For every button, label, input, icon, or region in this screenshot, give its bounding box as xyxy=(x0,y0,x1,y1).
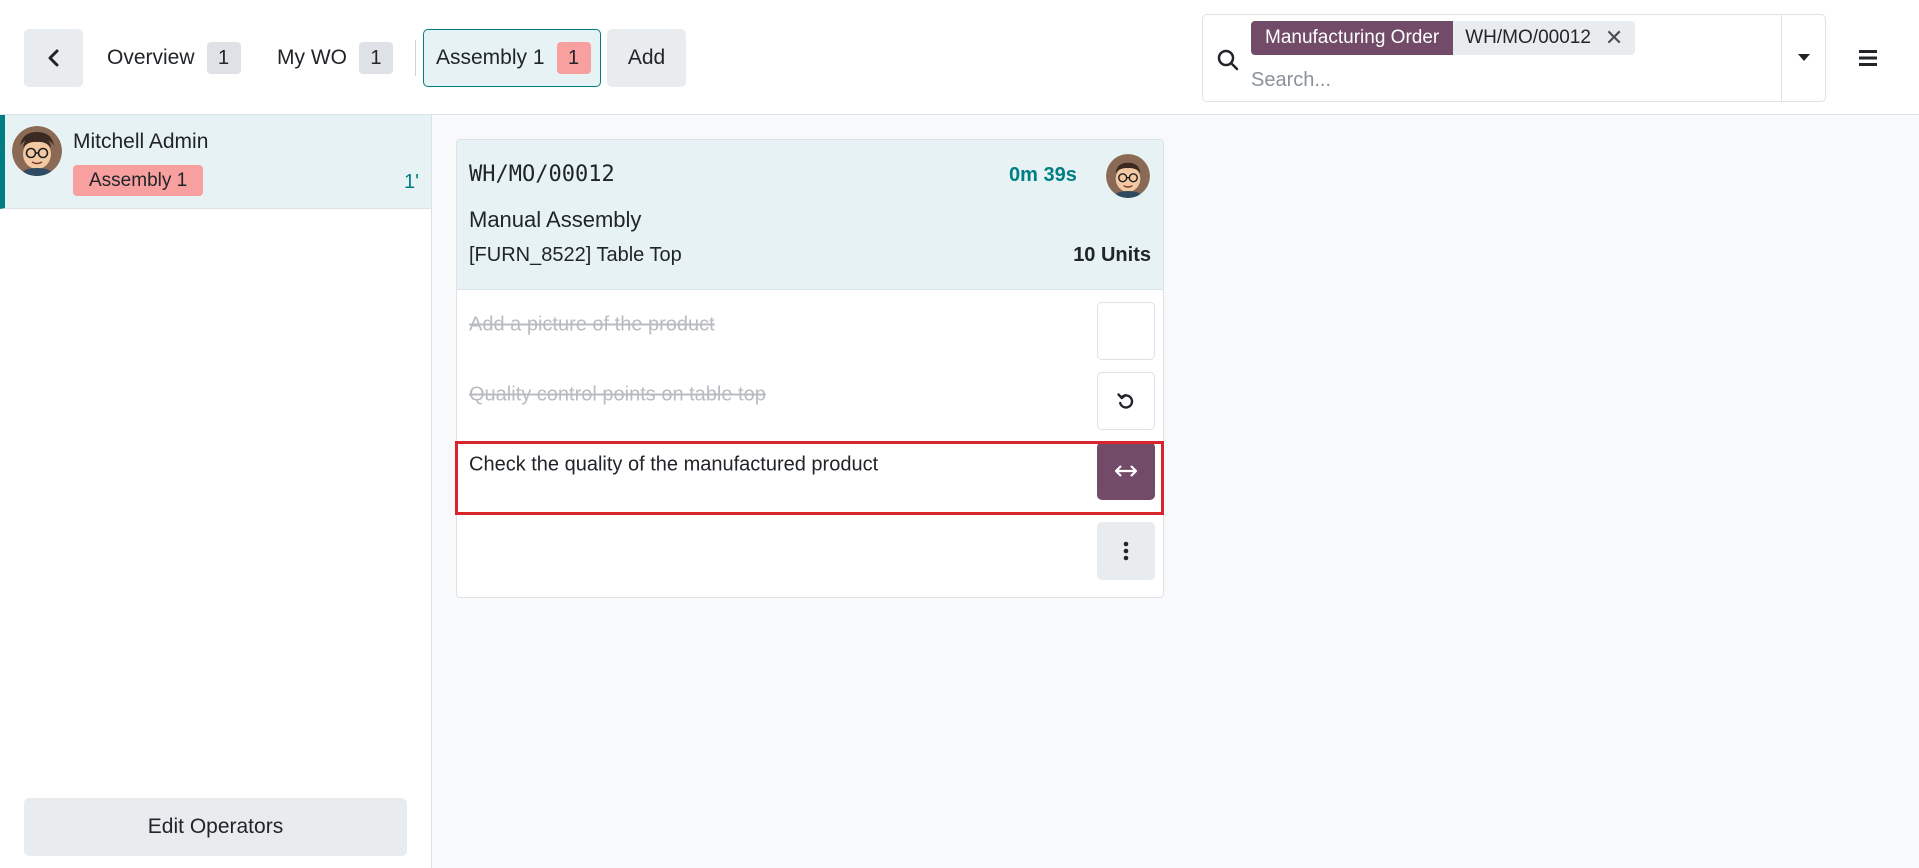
avatar xyxy=(1106,154,1150,198)
search-input[interactable] xyxy=(1251,65,1731,95)
close-icon[interactable]: ✕ xyxy=(1605,25,1623,51)
undo-step-button[interactable] xyxy=(1097,372,1155,430)
search-options-toggle[interactable] xyxy=(1781,15,1825,101)
step-row[interactable]: Quality control points on table top xyxy=(457,360,1163,430)
step-row[interactable]: Check the quality of the manufactured pr… xyxy=(457,430,1163,500)
open-step-button[interactable] xyxy=(1097,442,1155,500)
arrows-h-icon xyxy=(1114,465,1138,477)
add-workcenter-button[interactable]: Add xyxy=(607,29,686,87)
tab-assembly-1-count: 1 xyxy=(556,42,591,74)
workorder-operation: Manual Assembly xyxy=(469,207,642,232)
facet-label: Manufacturing Order xyxy=(1251,21,1454,55)
tab-my-wo-label: My WO xyxy=(277,46,347,69)
step-row[interactable]: Add a picture of the product xyxy=(457,290,1163,360)
facet-value: WH/MO/00012 xyxy=(1465,27,1591,48)
search-bar: Manufacturing Order WH/MO/00012 ✕ xyxy=(1202,14,1826,102)
ellipsis-vertical-icon xyxy=(1123,541,1129,561)
tab-overview[interactable]: Overview 1 xyxy=(107,29,241,87)
workorder-timer: 0m 39s xyxy=(1009,164,1077,186)
tab-overview-count: 1 xyxy=(206,42,241,74)
workorder-quantity: 10 Units xyxy=(1073,244,1151,266)
tab-my-wo[interactable]: My WO 1 xyxy=(277,29,393,87)
employee-time: 1' xyxy=(404,171,419,193)
bars-icon xyxy=(1859,50,1877,66)
back-button[interactable] xyxy=(24,29,83,87)
tab-overview-label: Overview xyxy=(107,46,195,69)
tab-my-wo-count: 1 xyxy=(358,42,393,74)
main-area: WH/MO/00012 0m 39s Manual Assembly [FURN… xyxy=(432,115,1919,868)
workorder-product: [FURN_8522] Table Top xyxy=(469,244,682,266)
workorder-actions-row xyxy=(457,512,1163,582)
tab-assembly-1[interactable]: Assembly 1 1 xyxy=(423,29,601,87)
undo-icon xyxy=(1117,393,1134,409)
step-label: Check the quality of the manufactured pr… xyxy=(469,453,879,476)
workorder-name: WH/MO/00012 xyxy=(469,162,615,187)
chevron-left-icon xyxy=(48,49,58,67)
avatar xyxy=(12,126,62,176)
workorder-card: WH/MO/00012 0m 39s Manual Assembly [FURN… xyxy=(456,139,1164,598)
workorder-header[interactable]: WH/MO/00012 0m 39s Manual Assembly [FURN… xyxy=(457,140,1163,290)
employee-panel: Mitchell Admin Assembly 1 1' Edit Operat… xyxy=(0,115,432,868)
edit-operators-button[interactable]: Edit Operators xyxy=(24,798,407,856)
employee-row[interactable]: Mitchell Admin Assembly 1 1' xyxy=(0,115,431,209)
search-icon xyxy=(1215,47,1241,73)
step-label: Quality control points on table top xyxy=(469,383,766,406)
employee-name: Mitchell Admin xyxy=(73,130,209,153)
more-actions-button[interactable] xyxy=(1097,522,1155,580)
control-panel: Overview 1 My WO 1 Assembly 1 1 Add Manu… xyxy=(0,0,1919,115)
step-label: Add a picture of the product xyxy=(469,313,715,336)
caret-down-icon xyxy=(1797,54,1810,61)
hamburger-menu-button[interactable] xyxy=(1850,40,1886,76)
search-facet: Manufacturing Order WH/MO/00012 ✕ xyxy=(1251,21,1636,55)
tab-divider xyxy=(415,40,416,76)
facet-value-wrap: WH/MO/00012 ✕ xyxy=(1453,21,1636,55)
step-checkbox-button[interactable] xyxy=(1097,302,1155,360)
employee-workcenter-badge: Assembly 1 xyxy=(73,165,204,196)
tab-assembly-1-label: Assembly 1 xyxy=(436,46,545,69)
